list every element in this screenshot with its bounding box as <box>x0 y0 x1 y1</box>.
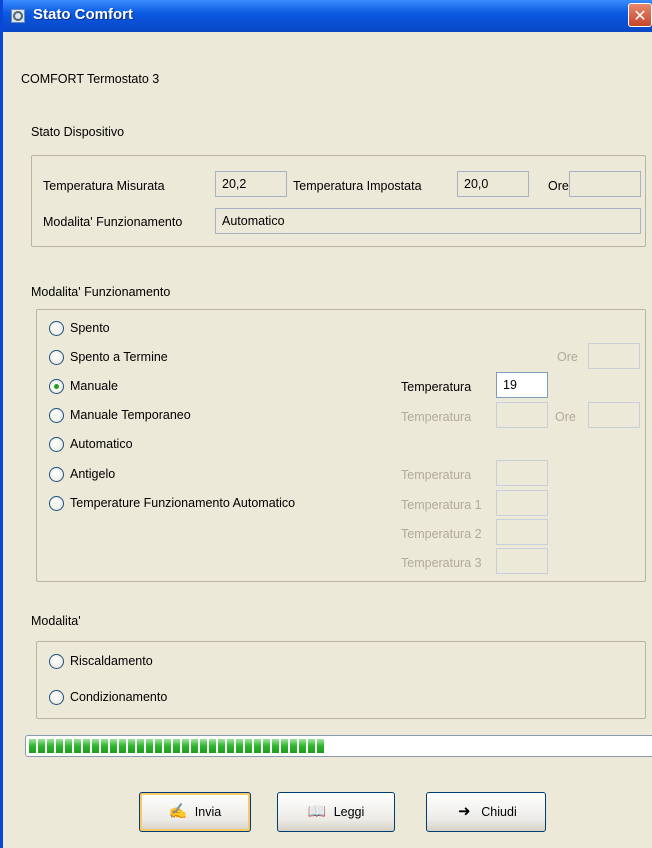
radio-button[interactable] <box>49 690 64 705</box>
radio-button[interactable] <box>49 467 64 482</box>
progress-segment <box>56 739 63 753</box>
funzionamento-section-label: Modalita' Funzionamento <box>31 285 171 299</box>
temp-impostata-field: 20,0 <box>457 171 529 197</box>
temp-misurata-label: Temperatura Misurata <box>43 179 165 193</box>
arrow-right-icon: ➜ <box>457 803 471 820</box>
progress-bar <box>25 735 652 757</box>
radio-button[interactable] <box>49 350 64 365</box>
temperatura-3-label: Temperatura 3 <box>401 556 482 570</box>
progress-segment <box>146 739 153 753</box>
progress-segment <box>254 739 261 753</box>
progress-segment <box>227 739 234 753</box>
temporaneo-ore-field[interactable] <box>588 402 640 428</box>
progress-segment <box>236 739 243 753</box>
close-button[interactable]: ✕ <box>628 3 652 27</box>
progress-segment <box>173 739 180 753</box>
progress-segment <box>65 739 72 753</box>
ore-label: Ore <box>548 179 569 193</box>
progress-segment <box>83 739 90 753</box>
progress-segment <box>92 739 99 753</box>
leggi-button-label: Leggi <box>333 805 365 819</box>
radio-button[interactable] <box>49 408 64 423</box>
progress-segment <box>164 739 171 753</box>
temperatura-3-field[interactable] <box>496 548 548 574</box>
stato-comfort-window: Stato Comfort ✕ COMFORT Termostato 3 Sta… <box>0 0 652 848</box>
invia-button-label: Invia <box>194 805 222 819</box>
progress-segment <box>245 739 252 753</box>
temperatura-1-label: Temperatura 1 <box>401 498 482 512</box>
radio-label: Antigelo <box>70 467 116 481</box>
leggi-button[interactable]: 📖 Leggi <box>277 792 395 832</box>
radio-label: Temperature Funzionamento Automatico <box>70 496 296 510</box>
progress-segment <box>155 739 162 753</box>
progress-segment <box>101 739 108 753</box>
progress-segment <box>272 739 279 753</box>
temperatura-1-field[interactable] <box>496 490 548 516</box>
progress-segment <box>74 739 81 753</box>
antigelo-temperatura-label: Temperatura <box>401 468 472 482</box>
progress-segment <box>308 739 315 753</box>
radio-button[interactable] <box>49 654 64 669</box>
progress-segment <box>218 739 225 753</box>
chiudi-button-label: Chiudi <box>481 805 517 819</box>
progress-segment <box>200 739 207 753</box>
progress-segment <box>110 739 117 753</box>
invia-button[interactable]: ✍ Invia <box>139 792 251 832</box>
temperatura-2-label: Temperatura 2 <box>401 527 482 541</box>
spento-termine-ore-field[interactable] <box>588 343 640 369</box>
title-bar: Stato Comfort ✕ <box>3 0 652 32</box>
progress-segment <box>281 739 288 753</box>
temporaneo-ore-label: Ore <box>555 410 576 424</box>
temporaneo-temperatura-field[interactable] <box>496 402 548 428</box>
radio-label: Manuale Temporaneo <box>70 408 191 422</box>
progress-segment <box>182 739 189 753</box>
window-title: Stato Comfort <box>33 6 133 23</box>
stato-section-label: Stato Dispositivo <box>31 125 125 139</box>
temperatura-2-field[interactable] <box>496 519 548 545</box>
spento-termine-ore-label: Ore <box>557 350 578 364</box>
temp-misurata-field: 20,2 <box>215 171 287 197</box>
radio-button[interactable] <box>49 321 64 336</box>
progress-segment <box>263 739 270 753</box>
progress-segment <box>299 739 306 753</box>
window-app-icon <box>11 9 25 23</box>
modalita-funzionamento-label: Modalita' Funzionamento <box>43 215 183 229</box>
radio-label: Manuale <box>70 379 118 393</box>
progress-segment <box>317 739 324 753</box>
radio-button[interactable] <box>49 379 64 394</box>
modalita-group <box>36 641 646 719</box>
antigelo-temperatura-field[interactable] <box>496 460 548 486</box>
radio-label: Riscaldamento <box>70 654 153 668</box>
progress-segment <box>119 739 126 753</box>
radio-button[interactable] <box>49 496 64 511</box>
sign-pen-icon: ✍ <box>168 803 188 820</box>
radio-label: Spento a Termine <box>70 350 168 364</box>
device-title: COMFORT Termostato 3 <box>21 72 160 86</box>
temporaneo-temperatura-label: Temperatura <box>401 410 472 424</box>
progress-segment <box>137 739 144 753</box>
progress-segment <box>290 739 297 753</box>
modalita-section-label: Modalita' <box>31 614 81 628</box>
manuale-temperatura-label: Temperatura <box>401 380 472 394</box>
progress-segment <box>38 739 45 753</box>
chiudi-button[interactable]: ➜ Chiudi <box>426 792 546 832</box>
radio-label: Spento <box>70 321 110 335</box>
close-icon: ✕ <box>633 5 647 25</box>
radio-label: Condizionamento <box>70 690 168 704</box>
progress-segment <box>209 739 216 753</box>
progress-segment <box>29 739 36 753</box>
manuale-temperatura-input[interactable]: 19 <box>496 372 548 398</box>
progress-segment <box>191 739 198 753</box>
temp-impostata-label: Temperatura Impostata <box>293 179 422 193</box>
radio-label: Automatico <box>70 437 133 451</box>
progress-segment <box>128 739 135 753</box>
progress-segment <box>47 739 54 753</box>
ore-field <box>569 171 641 197</box>
modalita-funzionamento-field: Automatico <box>215 208 641 234</box>
book-icon: 📖 <box>307 803 327 820</box>
radio-button[interactable] <box>49 437 64 452</box>
